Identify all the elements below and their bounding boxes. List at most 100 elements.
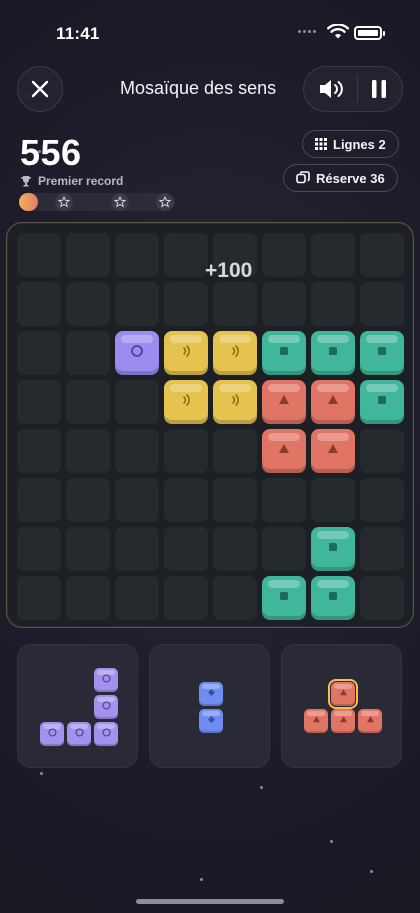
score-value: 556 bbox=[20, 132, 82, 173]
background-star bbox=[260, 786, 263, 789]
piece-block-purple[interactable] bbox=[94, 668, 118, 692]
board-cell[interactable] bbox=[115, 576, 159, 620]
square-icon bbox=[276, 343, 292, 364]
board-cell[interactable] bbox=[164, 282, 208, 326]
triangle-icon bbox=[338, 685, 349, 703]
piece-block-coral[interactable] bbox=[328, 679, 358, 709]
piece-block-coral[interactable] bbox=[358, 709, 382, 733]
board-cell[interactable] bbox=[66, 527, 110, 571]
board-cell[interactable] bbox=[115, 380, 159, 424]
piece-slot-2[interactable] bbox=[149, 644, 270, 768]
sound-icon bbox=[227, 392, 243, 413]
board-cell[interactable] bbox=[66, 429, 110, 473]
board-cell[interactable] bbox=[360, 233, 404, 277]
piece-slot-3[interactable] bbox=[281, 644, 402, 768]
record-label: Premier record bbox=[38, 174, 124, 188]
board-cell[interactable] bbox=[164, 576, 208, 620]
pause-icon[interactable] bbox=[369, 78, 389, 100]
board-cell[interactable] bbox=[262, 527, 306, 571]
board-cell[interactable] bbox=[262, 233, 306, 277]
circle-icon bbox=[129, 343, 145, 364]
block-tile-coral bbox=[311, 429, 355, 473]
board-cell[interactable] bbox=[213, 478, 257, 522]
status-time: 11:41 bbox=[56, 24, 100, 43]
board-cell[interactable] bbox=[360, 429, 404, 473]
speaker-icon[interactable] bbox=[318, 77, 346, 101]
board-cell[interactable] bbox=[17, 576, 61, 620]
square-icon bbox=[276, 588, 292, 609]
board-cell[interactable] bbox=[164, 478, 208, 522]
board-cell[interactable] bbox=[311, 282, 355, 326]
circle-icon bbox=[101, 671, 112, 689]
sound-icon bbox=[178, 392, 194, 413]
triangle-icon bbox=[338, 712, 349, 730]
block-tile-coral bbox=[262, 429, 306, 473]
board-cell[interactable] bbox=[164, 429, 208, 473]
board-cell[interactable] bbox=[360, 576, 404, 620]
square-icon bbox=[374, 392, 390, 413]
triangle-icon bbox=[325, 441, 341, 462]
board-cell[interactable] bbox=[17, 478, 61, 522]
background-star bbox=[40, 772, 43, 775]
reserve-counter-button[interactable]: Réserve 36 bbox=[283, 164, 398, 192]
board-cell[interactable] bbox=[213, 282, 257, 326]
block-tile-purple bbox=[115, 331, 159, 375]
board-cell[interactable] bbox=[17, 380, 61, 424]
square-icon bbox=[374, 343, 390, 364]
circle-icon bbox=[101, 725, 112, 743]
lines-counter-button[interactable]: Lignes 2 bbox=[302, 130, 399, 158]
board-cell[interactable] bbox=[17, 429, 61, 473]
board-cell[interactable] bbox=[115, 429, 159, 473]
board-cell[interactable] bbox=[66, 331, 110, 375]
piece-block-blue[interactable] bbox=[199, 709, 223, 733]
piece-block-purple[interactable] bbox=[40, 722, 64, 746]
block-tile-yellow bbox=[213, 380, 257, 424]
block-tile-yellow bbox=[164, 331, 208, 375]
board-cell[interactable] bbox=[17, 331, 61, 375]
board-cell[interactable] bbox=[17, 282, 61, 326]
close-button[interactable] bbox=[17, 66, 63, 112]
board-cell[interactable] bbox=[213, 527, 257, 571]
board-cell[interactable] bbox=[360, 527, 404, 571]
close-icon bbox=[31, 80, 49, 98]
block-tile-teal bbox=[311, 527, 355, 571]
block-tile-teal bbox=[360, 331, 404, 375]
board-cell[interactable] bbox=[115, 282, 159, 326]
piece-slot-1[interactable] bbox=[17, 644, 138, 768]
board-cell[interactable] bbox=[360, 478, 404, 522]
board-cell[interactable] bbox=[66, 282, 110, 326]
board-cell[interactable] bbox=[115, 527, 159, 571]
home-indicator bbox=[136, 899, 284, 904]
piece-block-coral[interactable] bbox=[331, 709, 355, 733]
board-cell[interactable] bbox=[164, 233, 208, 277]
board-cell[interactable] bbox=[311, 233, 355, 277]
board-cell[interactable] bbox=[213, 429, 257, 473]
board-cell[interactable] bbox=[17, 233, 61, 277]
piece-block-purple[interactable] bbox=[67, 722, 91, 746]
piece-block-coral[interactable] bbox=[304, 709, 328, 733]
board-cell[interactable] bbox=[115, 478, 159, 522]
board-cell[interactable] bbox=[115, 233, 159, 277]
board-cell[interactable] bbox=[311, 478, 355, 522]
game-controls bbox=[303, 66, 403, 112]
board-cell[interactable] bbox=[66, 478, 110, 522]
board-cell[interactable] bbox=[66, 576, 110, 620]
board-cell[interactable] bbox=[164, 527, 208, 571]
board-cell[interactable] bbox=[360, 282, 404, 326]
piece-block-purple[interactable] bbox=[94, 695, 118, 719]
piece-block-blue[interactable] bbox=[199, 682, 223, 706]
board-cell[interactable] bbox=[66, 380, 110, 424]
triangle-icon bbox=[311, 712, 322, 730]
piece-block-purple[interactable] bbox=[94, 722, 118, 746]
board-cell[interactable] bbox=[262, 282, 306, 326]
combo-score-popup: +100 bbox=[205, 259, 253, 282]
board-cell[interactable] bbox=[262, 478, 306, 522]
board-cell[interactable] bbox=[66, 233, 110, 277]
board-cell[interactable] bbox=[17, 527, 61, 571]
block-tile-coral bbox=[311, 380, 355, 424]
board-cell[interactable] bbox=[213, 576, 257, 620]
background-star bbox=[370, 870, 373, 873]
progress-fill bbox=[19, 193, 38, 211]
milestone-star-icon bbox=[55, 193, 73, 211]
block-tile-teal bbox=[311, 331, 355, 375]
